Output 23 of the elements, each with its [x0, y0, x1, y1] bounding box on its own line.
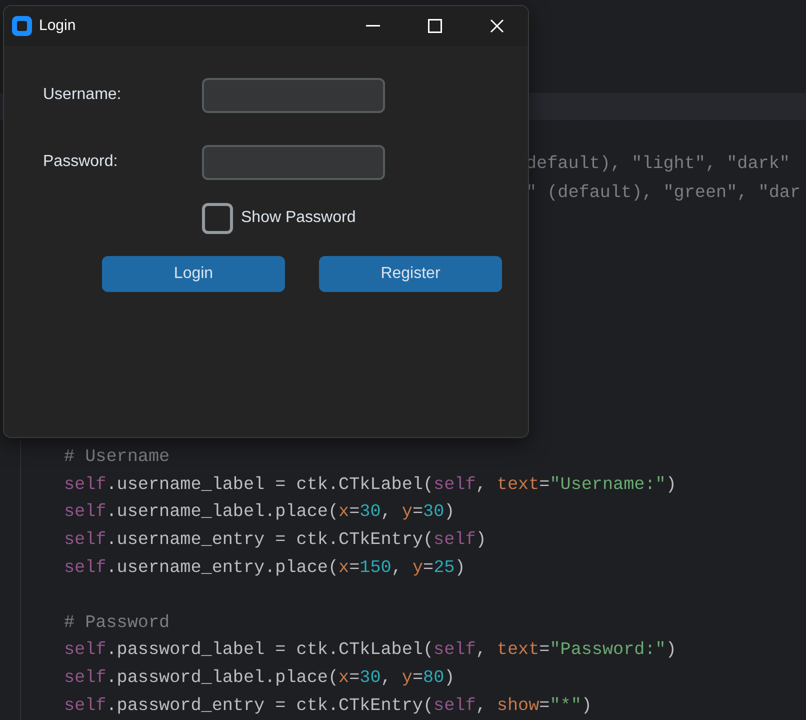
minimize-icon	[366, 25, 380, 27]
password-field[interactable]	[202, 144, 385, 180]
checkbox[interactable]	[202, 202, 233, 234]
app-icon	[12, 16, 32, 36]
code-comment: # Password	[64, 612, 170, 633]
code-line: self.username_label = ctk.CTkLabel(self, text="Username:")	[64, 474, 676, 495]
username-field[interactable]	[202, 78, 385, 112]
code-line: self.password_entry = ctk.CTkEntry(self, show="*")	[64, 696, 592, 716]
field-label: Password:	[43, 152, 119, 172]
code-line: self.username_entry.place(x=150, y=25)	[64, 558, 466, 578]
register-button[interactable]: Register	[319, 256, 502, 292]
close-icon	[490, 19, 504, 33]
code-line: self.username_entry = ctk.CTkEntry(self)	[64, 530, 486, 550]
window-title: Login	[39, 16, 76, 36]
code-comment: default), "light", "dark"	[526, 154, 790, 174]
field-label: Username:	[43, 85, 122, 105]
code-line: self.password_label = ctk.CTkLabel(self, text="Password:")	[64, 640, 676, 660]
code-line: self.password_label.place(x=30, y=80)	[64, 668, 455, 688]
code-comment: # Username	[64, 447, 170, 468]
checkbox-label: Show Password	[241, 208, 356, 228]
code-line: self.username_label.place(x=30, y=30)	[64, 502, 455, 522]
maximize-icon	[428, 19, 442, 33]
login-button[interactable]: Login	[102, 256, 285, 292]
